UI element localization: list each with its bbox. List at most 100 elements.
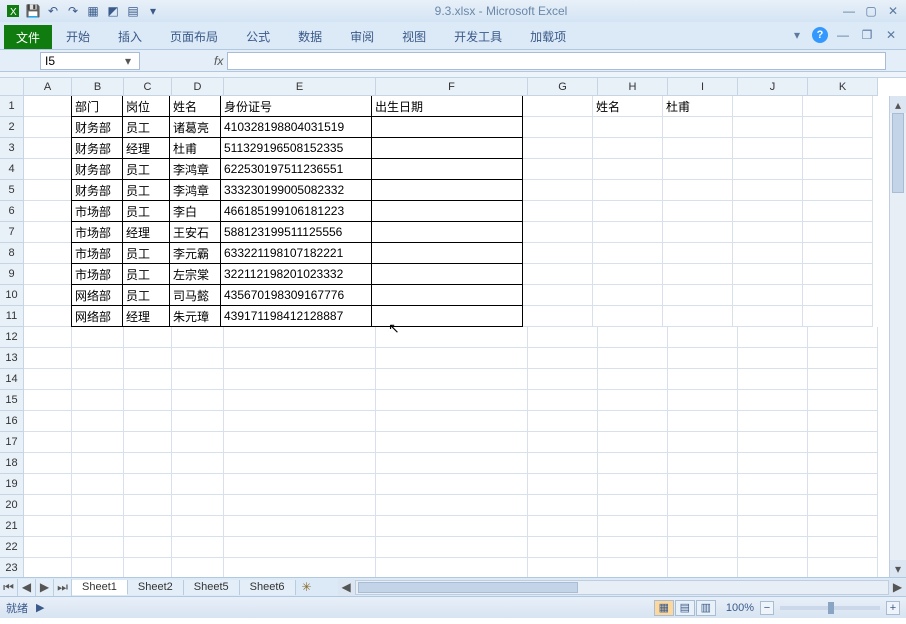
zoom-knob[interactable]	[828, 602, 834, 614]
cell-E15[interactable]	[224, 390, 376, 411]
cell-F4[interactable]	[371, 158, 523, 180]
cell-F13[interactable]	[376, 348, 528, 369]
ribbon-tab-4[interactable]: 数据	[284, 24, 336, 49]
col-header-J[interactable]: J	[738, 78, 808, 96]
cell-I4[interactable]	[663, 159, 733, 180]
cell-H23[interactable]	[598, 558, 668, 577]
cell-A23[interactable]	[24, 558, 72, 577]
cell-B10[interactable]: 网络部	[71, 284, 123, 306]
cell-C2[interactable]: 员工	[122, 116, 170, 138]
cell-H6[interactable]	[593, 201, 663, 222]
cell-B23[interactable]	[72, 558, 124, 577]
cell-I21[interactable]	[668, 516, 738, 537]
qat-icon3[interactable]: ▤	[124, 2, 142, 20]
cell-D21[interactable]	[172, 516, 224, 537]
cell-F6[interactable]	[371, 200, 523, 222]
cell-B4[interactable]: 财务部	[71, 158, 123, 180]
cell-C8[interactable]: 员工	[122, 242, 170, 264]
name-box-dropdown-icon[interactable]: ▾	[121, 54, 135, 68]
cell-J7[interactable]	[733, 222, 803, 243]
cell-K3[interactable]	[803, 138, 873, 159]
cell-F14[interactable]	[376, 369, 528, 390]
cell-H12[interactable]	[598, 327, 668, 348]
cell-B2[interactable]: 财务部	[71, 116, 123, 138]
cell-K10[interactable]	[803, 285, 873, 306]
cell-B22[interactable]	[72, 537, 124, 558]
cell-J16[interactable]	[738, 411, 808, 432]
row-header[interactable]: 1	[0, 96, 24, 117]
cell-H16[interactable]	[598, 411, 668, 432]
child-close-icon[interactable]: ✕	[882, 26, 900, 44]
cell-J20[interactable]	[738, 495, 808, 516]
cell-D9[interactable]: 左宗棠	[169, 263, 221, 285]
cell-F22[interactable]	[376, 537, 528, 558]
row-header[interactable]: 2	[0, 117, 24, 138]
cell-K22[interactable]	[808, 537, 878, 558]
row-header[interactable]: 16	[0, 411, 24, 432]
cell-J4[interactable]	[733, 159, 803, 180]
cell-C3[interactable]: 经理	[122, 137, 170, 159]
sheet-nav-first-icon[interactable]: ⏮	[0, 579, 18, 596]
sheet-nav-next-icon[interactable]: ▶	[36, 579, 54, 596]
cell-I18[interactable]	[668, 453, 738, 474]
row-header[interactable]: 6	[0, 201, 24, 222]
cell-D10[interactable]: 司马懿	[169, 284, 221, 306]
cell-K13[interactable]	[808, 348, 878, 369]
scroll-up-icon[interactable]: ▴	[890, 96, 906, 113]
cell-G10[interactable]	[523, 285, 593, 306]
cell-H19[interactable]	[598, 474, 668, 495]
cell-H14[interactable]	[598, 369, 668, 390]
cell-E22[interactable]	[224, 537, 376, 558]
col-header-H[interactable]: H	[598, 78, 668, 96]
redo-icon[interactable]: ↷	[64, 2, 82, 20]
cell-G6[interactable]	[523, 201, 593, 222]
cell-B12[interactable]	[72, 327, 124, 348]
cell-A2[interactable]	[24, 117, 72, 138]
cell-D19[interactable]	[172, 474, 224, 495]
cell-E9[interactable]: 322112198201023332	[220, 263, 372, 285]
cell-A3[interactable]	[24, 138, 72, 159]
cell-C6[interactable]: 员工	[122, 200, 170, 222]
cell-B13[interactable]	[72, 348, 124, 369]
cell-B11[interactable]: 网络部	[71, 305, 123, 327]
row-header[interactable]: 21	[0, 516, 24, 537]
cell-I22[interactable]	[668, 537, 738, 558]
cell-H4[interactable]	[593, 159, 663, 180]
cell-B16[interactable]	[72, 411, 124, 432]
cell-F19[interactable]	[376, 474, 528, 495]
zoom-slider[interactable]	[780, 606, 880, 610]
cell-D7[interactable]: 王安石	[169, 221, 221, 243]
cell-G4[interactable]	[523, 159, 593, 180]
minimize-icon[interactable]: ―	[840, 3, 858, 19]
cell-G18[interactable]	[528, 453, 598, 474]
cell-B8[interactable]: 市场部	[71, 242, 123, 264]
ribbon-tab-0[interactable]: 开始	[52, 24, 104, 49]
ribbon-minimize-icon[interactable]: ▾	[788, 26, 806, 44]
cell-J19[interactable]	[738, 474, 808, 495]
excel-icon[interactable]: X	[4, 2, 22, 20]
undo-icon[interactable]: ↶	[44, 2, 62, 20]
cell-I6[interactable]	[663, 201, 733, 222]
cell-F20[interactable]	[376, 495, 528, 516]
cell-I2[interactable]	[663, 117, 733, 138]
qat-dropdown-icon[interactable]: ▾	[144, 2, 162, 20]
cell-H20[interactable]	[598, 495, 668, 516]
cell-B14[interactable]	[72, 369, 124, 390]
cell-A6[interactable]	[24, 201, 72, 222]
cell-E21[interactable]	[224, 516, 376, 537]
ribbon-tab-5[interactable]: 审阅	[336, 24, 388, 49]
ribbon-tab-3[interactable]: 公式	[232, 24, 284, 49]
ribbon-tab-6[interactable]: 视图	[388, 24, 440, 49]
cell-J21[interactable]	[738, 516, 808, 537]
zoom-in-button[interactable]: +	[886, 601, 900, 615]
ribbon-tab-2[interactable]: 页面布局	[156, 24, 232, 49]
row-header[interactable]: 11	[0, 306, 24, 327]
row-header[interactable]: 7	[0, 222, 24, 243]
row-header[interactable]: 3	[0, 138, 24, 159]
cell-E16[interactable]	[224, 411, 376, 432]
cell-J8[interactable]	[733, 243, 803, 264]
cell-G23[interactable]	[528, 558, 598, 577]
cell-F21[interactable]	[376, 516, 528, 537]
cell-K7[interactable]	[803, 222, 873, 243]
cell-F15[interactable]	[376, 390, 528, 411]
